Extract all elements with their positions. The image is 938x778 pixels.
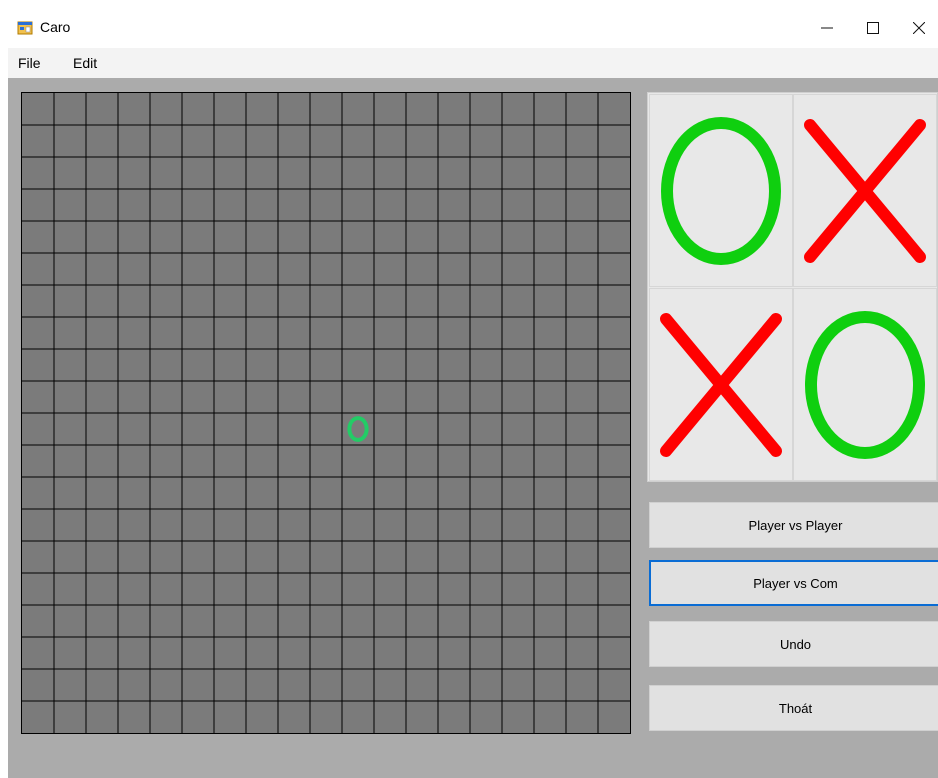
close-icon: [913, 22, 925, 34]
player-vs-player-button[interactable]: Player vs Player: [649, 502, 938, 548]
maximize-icon: [867, 22, 879, 34]
maximize-button[interactable]: [850, 8, 896, 48]
exit-button[interactable]: Thoát: [649, 685, 938, 731]
preview-cell: [649, 288, 793, 481]
piece-preview-panel: [647, 92, 938, 482]
app-form-icon: [17, 20, 33, 36]
player-vs-com-button[interactable]: Player vs Com: [649, 560, 938, 606]
undo-button[interactable]: Undo: [649, 621, 938, 667]
board-grid[interactable]: [22, 93, 630, 733]
caro-window: Caro File Edit Player vs Player Player v…: [8, 8, 938, 778]
o-mark-icon: [805, 310, 925, 459]
minimize-icon: [821, 27, 833, 29]
close-button[interactable]: [896, 8, 938, 48]
board-piece-o: [347, 416, 369, 442]
preview-cell: [793, 94, 937, 287]
window-title: Caro: [40, 19, 71, 35]
x-mark-icon: [660, 312, 782, 457]
x-mark-icon: [804, 118, 926, 263]
game-board[interactable]: [21, 92, 631, 734]
preview-cell: [793, 288, 937, 481]
preview-cell: [649, 94, 793, 287]
minimize-button[interactable]: [804, 8, 850, 48]
menu-file[interactable]: File: [18, 55, 41, 71]
title-bar[interactable]: Caro: [8, 8, 938, 48]
o-mark-icon: [661, 116, 781, 265]
menu-edit[interactable]: Edit: [73, 55, 97, 71]
menu-bar: File Edit: [8, 48, 938, 78]
